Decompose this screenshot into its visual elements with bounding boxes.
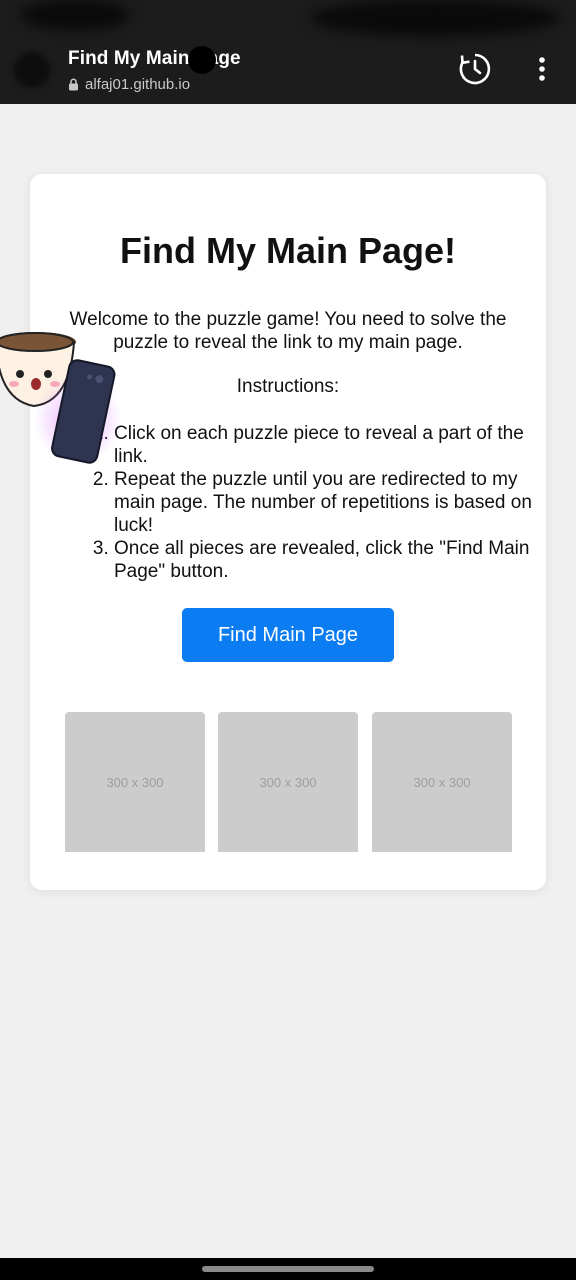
puzzle-piece[interactable]: 300 x 300 bbox=[65, 712, 205, 852]
overlay-dot bbox=[188, 46, 216, 74]
piece-placeholder-label: 300 x 300 bbox=[106, 774, 164, 790]
find-main-page-button[interactable]: Find Main Page bbox=[182, 608, 394, 662]
home-indicator[interactable] bbox=[202, 1266, 374, 1272]
welcome-text: Welcome to the puzzle game! You need to … bbox=[69, 309, 507, 353]
blurred-status-area bbox=[20, 0, 130, 30]
browser-toolbar: Find My Main Page alfaj01.github.io bbox=[0, 0, 576, 104]
instruction-step: Once all pieces are revealed, click the … bbox=[114, 537, 534, 583]
url-text: alfaj01.github.io bbox=[85, 76, 191, 93]
sticker-overlay bbox=[0, 322, 122, 464]
puzzle-pieces: 300 x 300 300 x 300 300 x 300 bbox=[65, 712, 512, 852]
blurred-status-area bbox=[310, 0, 560, 36]
close-tab-button[interactable] bbox=[14, 52, 50, 88]
puzzle-piece[interactable]: 300 x 300 bbox=[218, 712, 358, 852]
history-button[interactable] bbox=[456, 52, 494, 90]
more-vert-icon bbox=[538, 56, 546, 87]
instruction-step: Click on each puzzle piece to reveal a p… bbox=[114, 422, 534, 468]
puzzle-piece[interactable]: 300 x 300 bbox=[372, 712, 512, 852]
system-navigation-bar bbox=[0, 1258, 576, 1280]
url-bar[interactable]: alfaj01.github.io bbox=[68, 76, 190, 93]
page-title: Find My Main Page! bbox=[119, 230, 457, 271]
piece-placeholder-label: 300 x 300 bbox=[413, 774, 471, 790]
instruction-step: Repeat the puzzle until you are redirect… bbox=[114, 468, 534, 537]
piece-placeholder-label: 300 x 300 bbox=[259, 774, 317, 790]
more-options-button[interactable] bbox=[528, 52, 556, 90]
instructions-list: Click on each puzzle piece to reveal a p… bbox=[92, 422, 534, 583]
puzzle-card: Find My Main Page! Welcome to the puzzle… bbox=[30, 174, 546, 890]
lock-icon bbox=[68, 78, 79, 91]
history-icon bbox=[458, 52, 492, 91]
